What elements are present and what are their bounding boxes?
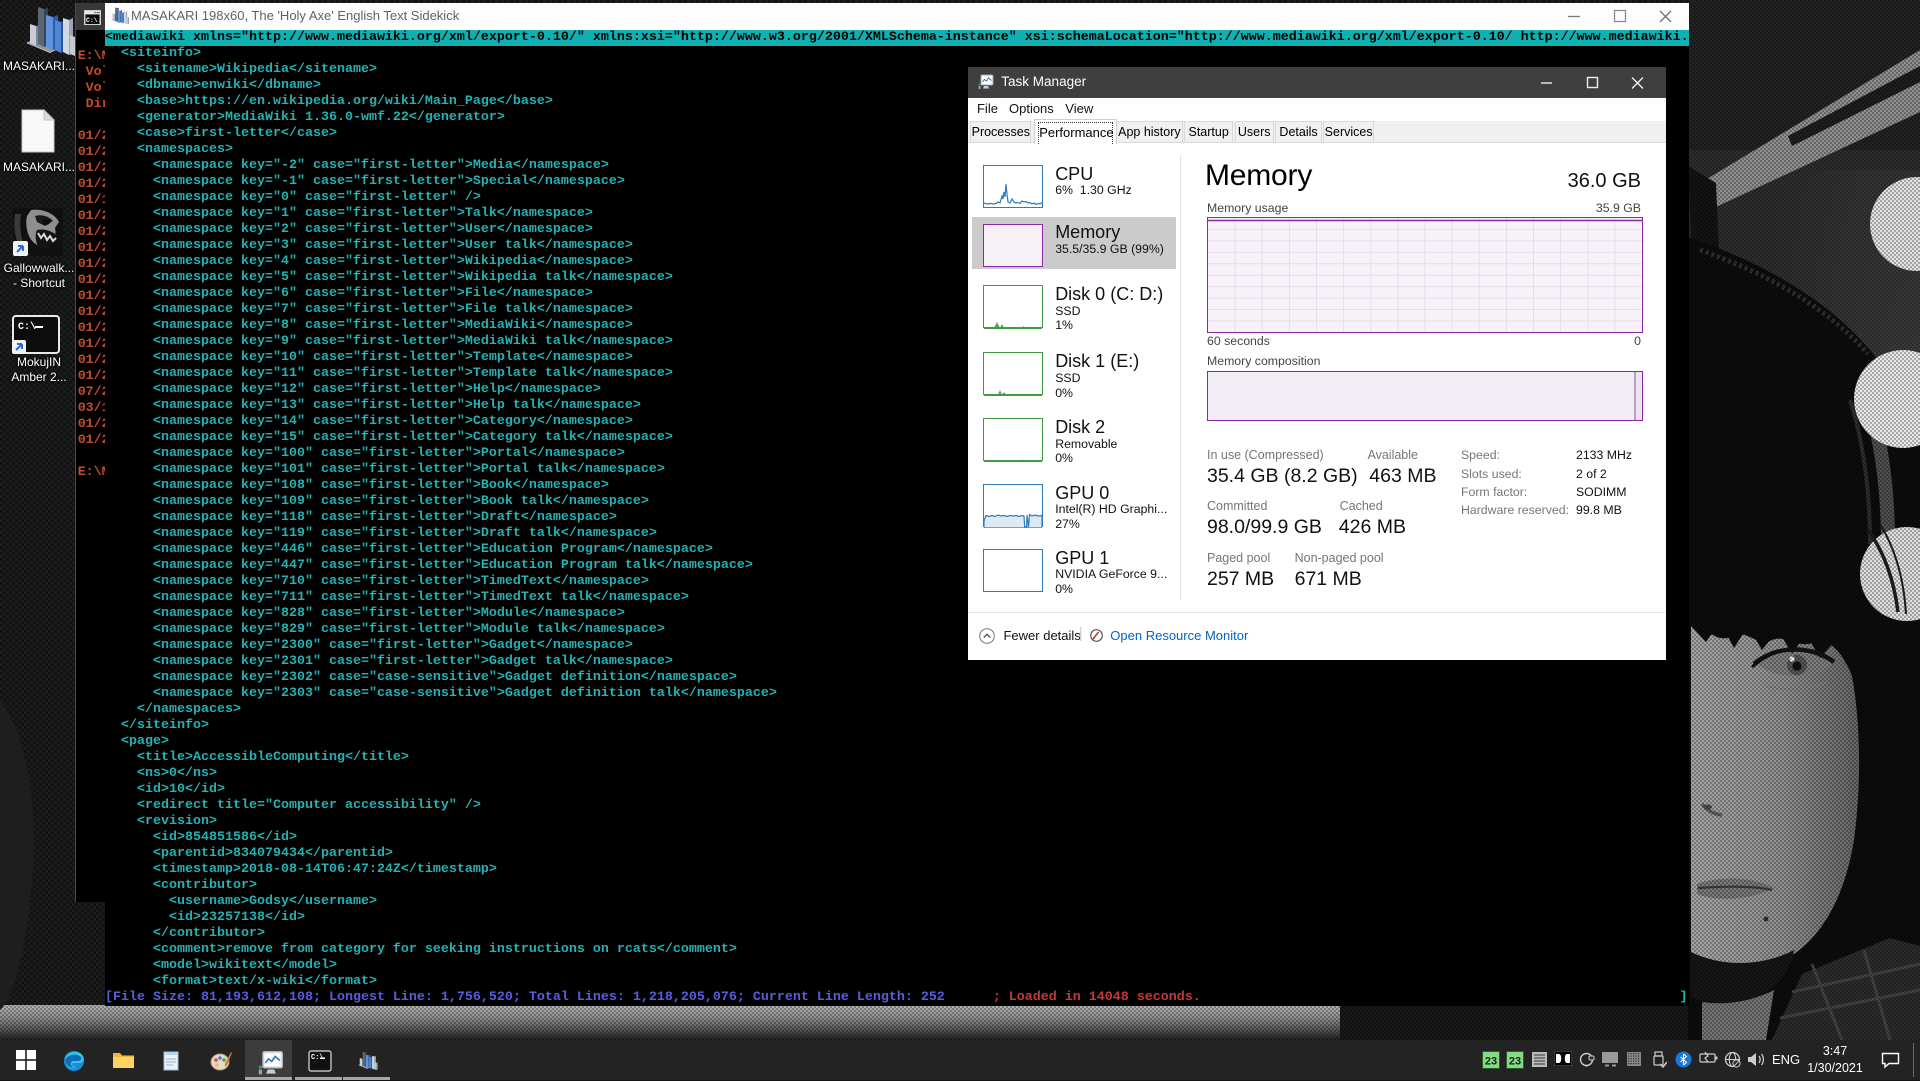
svg-text:23: 23 xyxy=(1509,1056,1521,1068)
svg-text:C:\: C:\ xyxy=(18,321,36,333)
svg-text:C:\.: C:\. xyxy=(86,17,101,24)
svg-text:23: 23 xyxy=(1485,1056,1497,1068)
